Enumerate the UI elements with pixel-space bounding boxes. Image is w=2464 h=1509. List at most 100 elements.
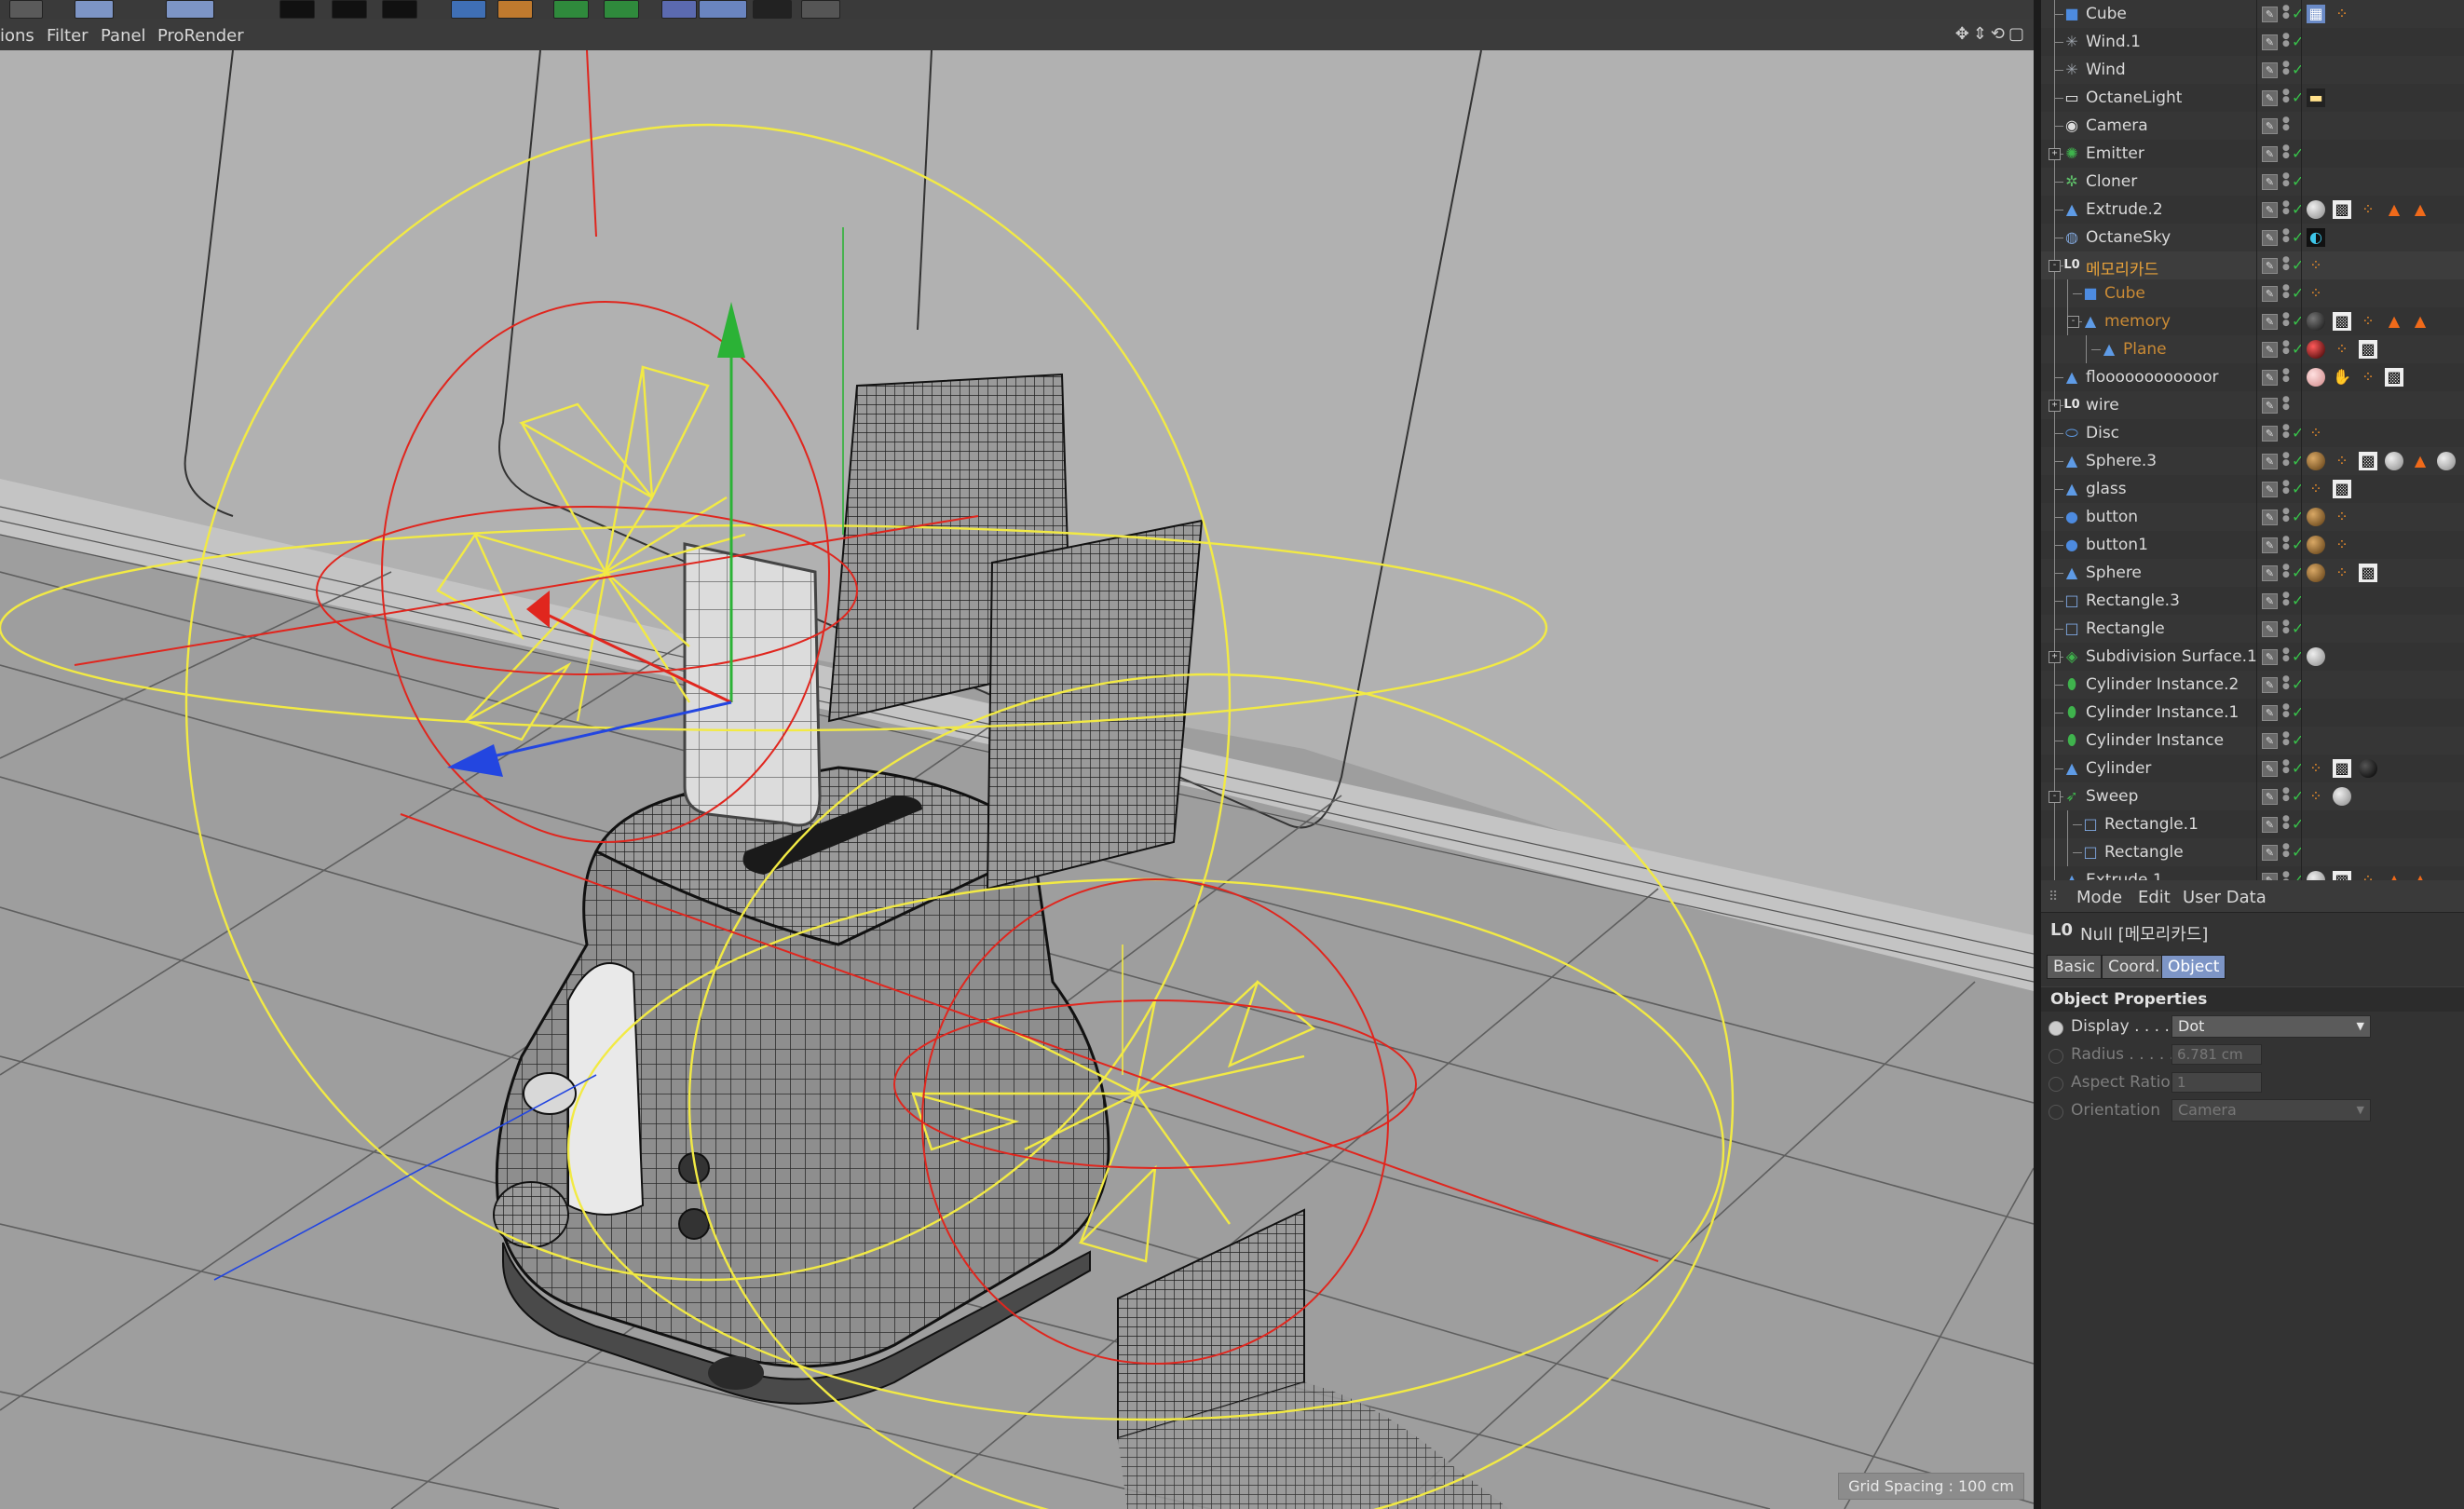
enabled-check-icon[interactable]: ✓ bbox=[2292, 647, 2304, 665]
dots-tag-icon[interactable]: ⁘ bbox=[2359, 368, 2377, 387]
sphere-mat-brown-icon[interactable] bbox=[2307, 564, 2325, 582]
object-row[interactable]: ◍ OctaneSky ✎ ● ● ✓ ◐ bbox=[2041, 224, 2464, 252]
dots-tag-icon[interactable]: ⁘ bbox=[2333, 536, 2351, 554]
object-row[interactable]: ✳ Wind ✎ ● ● ✓ bbox=[2041, 56, 2464, 85]
visibility-dots-icon[interactable]: ●● bbox=[2282, 116, 2290, 135]
layer-flag-icon[interactable]: ✎ bbox=[2262, 510, 2278, 525]
object-name[interactable]: Rectangle bbox=[2104, 843, 2184, 862]
object-row[interactable]: ▲ floooooooooooor ✎ ● ● ✋ ⁘ ▩ bbox=[2041, 363, 2464, 392]
expand-icon[interactable]: + bbox=[2049, 651, 2061, 663]
object-name[interactable]: Disc bbox=[2086, 424, 2119, 442]
enabled-check-icon[interactable]: ✓ bbox=[2292, 871, 2304, 880]
layer-flag-icon[interactable]: ✎ bbox=[2262, 398, 2278, 414]
object-row[interactable]: ⬮ Cylinder Instance.1 ✎ ● ● ✓ bbox=[2041, 699, 2464, 727]
menu-filter[interactable]: Filter bbox=[47, 26, 88, 46]
enabled-check-icon[interactable]: ✓ bbox=[2292, 815, 2304, 833]
collapse-icon[interactable]: - bbox=[2067, 316, 2079, 328]
visibility-dots-icon[interactable]: ●● bbox=[2282, 508, 2290, 526]
layer-flag-icon[interactable]: ✎ bbox=[2262, 565, 2278, 581]
object-row[interactable]: ▲ Plane ✎ ● ● ✓ ⁘ ▩ bbox=[2041, 335, 2464, 364]
object-name[interactable]: Rectangle bbox=[2086, 619, 2165, 638]
menu-user-data[interactable]: User Data bbox=[2183, 888, 2267, 907]
object-name[interactable]: memory bbox=[2104, 312, 2171, 331]
tab-basic[interactable]: Basic bbox=[2047, 955, 2103, 979]
tab-object[interactable]: Object bbox=[2161, 955, 2226, 979]
aspect-anim-radio[interactable] bbox=[2049, 1077, 2063, 1092]
nurbs-button[interactable] bbox=[553, 0, 589, 19]
layer-flag-icon[interactable]: ✎ bbox=[2262, 621, 2278, 637]
layer-flag-icon[interactable]: ✎ bbox=[2262, 845, 2278, 861]
layer-flag-icon[interactable]: ✎ bbox=[2262, 426, 2278, 442]
visibility-dots-icon[interactable]: ●● bbox=[2282, 675, 2290, 694]
triangle-tag-icon[interactable]: ▲ bbox=[2385, 871, 2403, 880]
layer-flag-icon[interactable]: ✎ bbox=[2262, 873, 2278, 880]
object-row[interactable]: ◉ Camera ✎ ● ● bbox=[2041, 112, 2464, 141]
menu-options[interactable]: ions bbox=[0, 26, 34, 46]
visibility-dots-icon[interactable]: ●● bbox=[2282, 647, 2290, 666]
object-name[interactable]: OctaneLight bbox=[2086, 88, 2182, 107]
object-row[interactable]: ⬭ Disc ✎ ● ● ✓ ⁘ bbox=[2041, 419, 2464, 448]
display-anim-radio[interactable] bbox=[2049, 1021, 2063, 1036]
sphere-mat-grey-icon[interactable] bbox=[2307, 871, 2325, 880]
object-name[interactable]: Sphere bbox=[2086, 564, 2142, 582]
enabled-check-icon[interactable]: ✓ bbox=[2292, 256, 2304, 274]
orientation-select[interactable]: Camera ▼ bbox=[2171, 1099, 2371, 1122]
object-name[interactable]: wire bbox=[2086, 396, 2119, 415]
visibility-dots-icon[interactable]: ●● bbox=[2282, 619, 2290, 638]
cube-object-button[interactable] bbox=[451, 0, 486, 19]
object-row[interactable]: ▲ Extrude.2 ✎ ● ● ✓ ▩ ⁘ ▲ ▲ bbox=[2041, 196, 2464, 224]
triangle-tag-icon[interactable]: ▲ bbox=[2385, 200, 2403, 219]
visibility-dots-icon[interactable]: ●● bbox=[2282, 759, 2290, 778]
layer-flag-icon[interactable]: ✎ bbox=[2262, 761, 2278, 777]
checker-tag-icon[interactable]: ▩ bbox=[2333, 759, 2351, 778]
object-row[interactable]: ▲ Sphere ✎ ● ● ✓ ⁘ ▩ bbox=[2041, 559, 2464, 588]
triangle-tag-icon[interactable]: ▲ bbox=[2411, 871, 2430, 880]
layer-flag-icon[interactable]: ✎ bbox=[2262, 649, 2278, 665]
rotate-tool-button[interactable] bbox=[166, 0, 214, 19]
enabled-check-icon[interactable]: ✓ bbox=[2292, 536, 2304, 553]
dots-tag-icon[interactable]: ⁘ bbox=[2307, 284, 2325, 303]
enabled-check-icon[interactable]: ✓ bbox=[2292, 591, 2304, 609]
object-name[interactable]: Wind.1 bbox=[2086, 33, 2141, 51]
visibility-dots-icon[interactable]: ●● bbox=[2282, 396, 2290, 415]
enabled-check-icon[interactable]: ✓ bbox=[2292, 564, 2304, 581]
visibility-dots-icon[interactable]: ●● bbox=[2282, 368, 2290, 387]
visibility-dots-icon[interactable]: ●● bbox=[2282, 61, 2290, 79]
object-row[interactable]: ▲ Cylinder ✎ ● ● ✓ ⁘ ▩ bbox=[2041, 754, 2464, 783]
object-row[interactable]: - ▲ memory ✎ ● ● ✓ ▩ ⁘ ▲ ▲ bbox=[2041, 307, 2464, 336]
dots-tag-icon[interactable]: ⁘ bbox=[2307, 256, 2325, 275]
sphere-mat-dark-icon[interactable] bbox=[2307, 312, 2325, 331]
layer-flag-icon[interactable]: ✎ bbox=[2262, 789, 2278, 805]
enabled-check-icon[interactable]: ✓ bbox=[2292, 675, 2304, 693]
triangle-tag-icon[interactable]: ▲ bbox=[2411, 452, 2430, 470]
expand-icon[interactable]: + bbox=[2049, 148, 2061, 160]
object-name[interactable]: Cloner bbox=[2086, 172, 2137, 191]
object-name[interactable]: button1 bbox=[2086, 536, 2148, 554]
sphere-mat-red-icon[interactable] bbox=[2307, 340, 2325, 359]
dots-tag-icon[interactable]: ⁘ bbox=[2307, 480, 2325, 498]
render-settings-button[interactable] bbox=[382, 0, 417, 19]
dots-tag-icon[interactable]: ⁘ bbox=[2307, 424, 2325, 442]
object-name[interactable]: Camera bbox=[2086, 116, 2148, 135]
object-row[interactable]: - L0 메모리카드 ✎ ● ● ✓ ⁘ bbox=[2041, 252, 2464, 280]
layer-flag-icon[interactable]: ✎ bbox=[2262, 34, 2278, 50]
object-row[interactable]: □ Rectangle.3 ✎ ● ● ✓ bbox=[2041, 587, 2464, 616]
expand-icon[interactable]: + bbox=[2049, 400, 2061, 412]
checker-tag-icon[interactable]: ▩ bbox=[2359, 564, 2377, 582]
viewport-nav-icons[interactable]: ✥⇕⟲▢ bbox=[1955, 24, 2028, 44]
visibility-dots-icon[interactable]: ●● bbox=[2282, 731, 2290, 750]
layer-flag-icon[interactable]: ✎ bbox=[2262, 286, 2278, 302]
layer-flag-icon[interactable]: ✎ bbox=[2262, 118, 2278, 134]
object-row[interactable]: ■ Cube ✎ ● ● ✓ ⁘ bbox=[2041, 279, 2464, 308]
layer-flag-icon[interactable]: ✎ bbox=[2262, 537, 2278, 553]
triangle-tag-icon[interactable]: ▲ bbox=[2385, 312, 2403, 331]
sphere-mat-brown-icon[interactable] bbox=[2307, 536, 2325, 554]
visibility-dots-icon[interactable]: ●● bbox=[2282, 480, 2290, 498]
visibility-dots-icon[interactable]: ●● bbox=[2282, 452, 2290, 470]
light-tag-icon[interactable]: ▬ bbox=[2307, 88, 2325, 107]
visibility-dots-icon[interactable]: ●● bbox=[2282, 256, 2290, 275]
object-row[interactable]: ● button ✎ ● ● ✓ ⁘ bbox=[2041, 503, 2464, 532]
layer-flag-icon[interactable]: ✎ bbox=[2262, 62, 2278, 78]
dots-tag-icon[interactable]: ⁘ bbox=[2333, 452, 2351, 470]
sphere-tag-orange-icon[interactable]: ⁘ bbox=[2333, 5, 2351, 23]
